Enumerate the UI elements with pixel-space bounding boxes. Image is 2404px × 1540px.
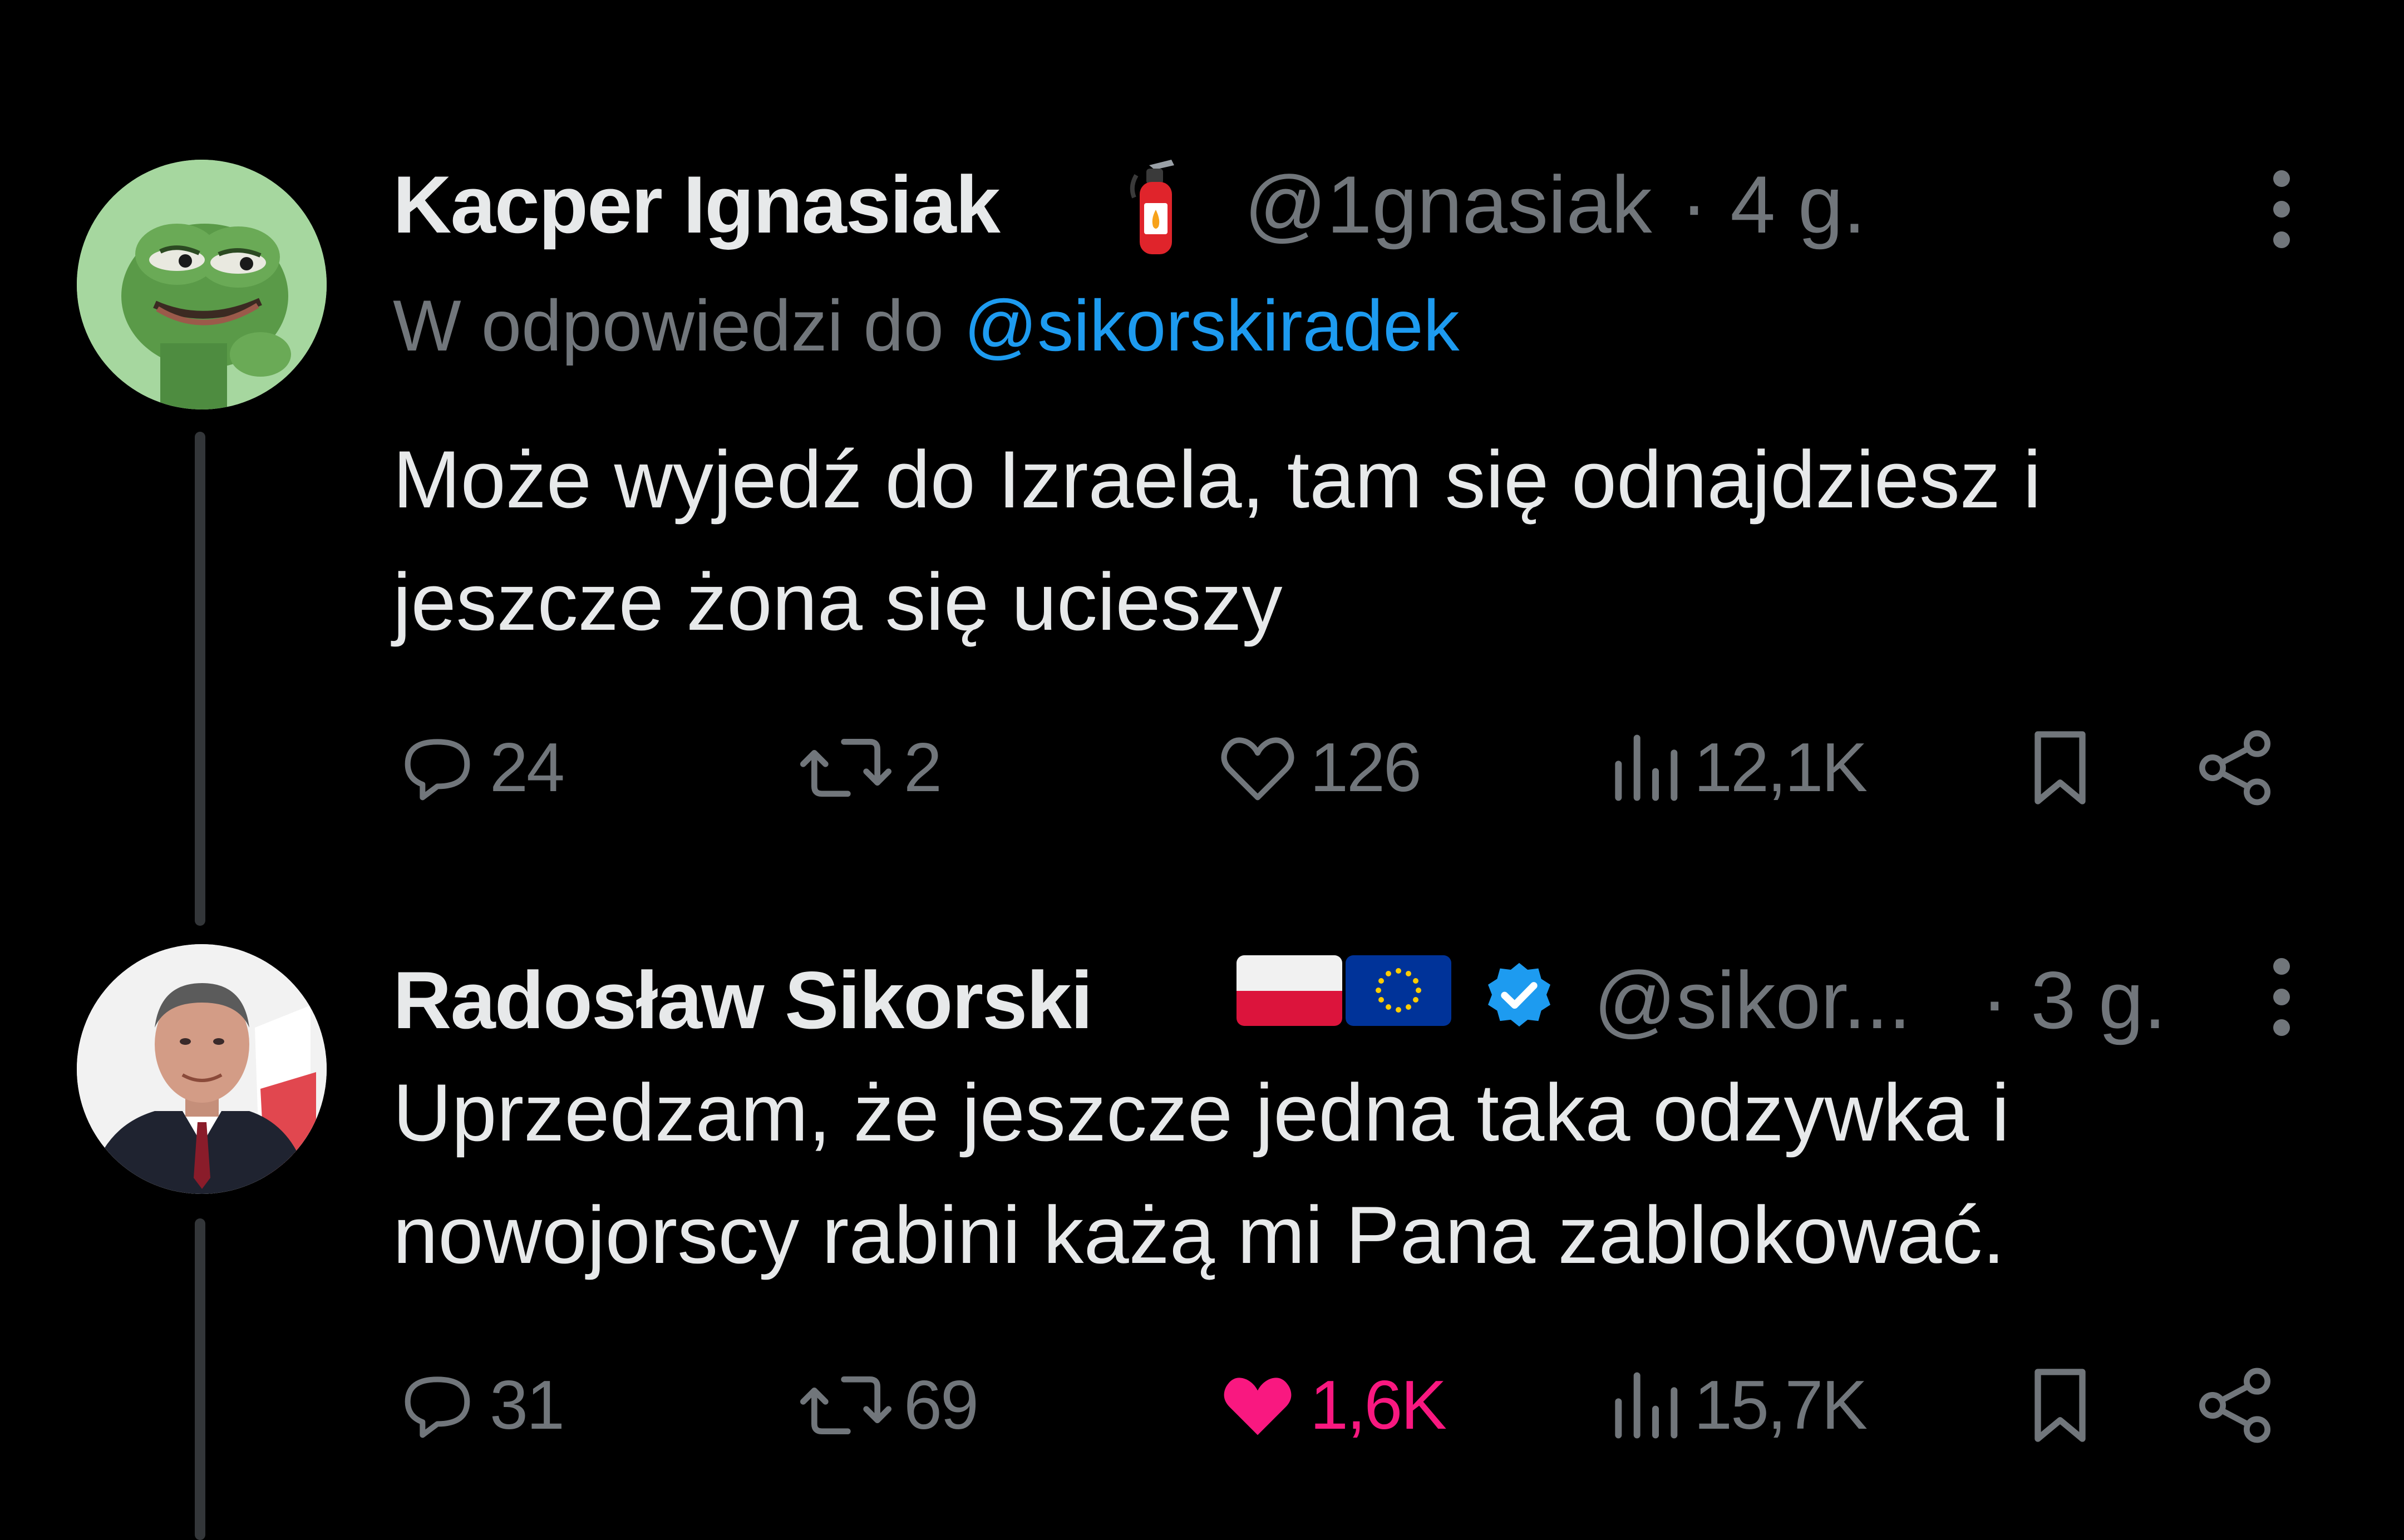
reply-count: 31: [490, 1367, 565, 1444]
heart-filled-icon: [1224, 1378, 1292, 1435]
share-icon[interactable]: [2190, 1361, 2279, 1450]
timestamp[interactable]: · 3 g.: [1981, 954, 2166, 1047]
tweet-text-line: jeszcze żona się ucieszy: [393, 556, 1283, 647]
heart-icon: [1221, 737, 1294, 801]
tweet-text-line: Uprzedzam, że jeszcze jedna taka odzywka…: [393, 1067, 2010, 1158]
frog-avatar-icon: [77, 160, 327, 409]
reply-context: W odpowiedzi do @sikorskiradek: [393, 284, 1460, 367]
like-button[interactable]: 126: [1213, 723, 1422, 812]
repost-button[interactable]: 2: [796, 723, 942, 812]
like-count: 126: [1310, 729, 1422, 806]
reply-button[interactable]: 31: [393, 1361, 565, 1450]
repost-count: 69: [904, 1367, 979, 1444]
views-count: 12,1K: [1694, 729, 1868, 806]
avatar[interactable]: [77, 944, 327, 1194]
reply-button[interactable]: 24: [393, 723, 565, 812]
like-count: 1,6K: [1310, 1367, 1447, 1444]
thread-line-bottom: [195, 1218, 205, 1540]
eu-flag-icon: [1346, 955, 1451, 1026]
repost-count: 2: [904, 729, 942, 806]
tweet-text: Uprzedzam, że jeszcze jedna taka odzywka…: [393, 1052, 2009, 1296]
reply-mention-link[interactable]: @sikorskiradek: [964, 285, 1460, 366]
avatar[interactable]: [77, 160, 327, 409]
bookmark-icon[interactable]: [2021, 1361, 2099, 1450]
reply-icon: [405, 1376, 470, 1438]
tweet-text-line: Może wyjedź do Izraela, tam się odnajdzi…: [393, 434, 2041, 525]
reply-count: 24: [490, 729, 565, 806]
reply-prefix: W odpowiedzi do: [393, 285, 944, 366]
tweet-text: Może wyjedź do Izraela, tam się odnajdzi…: [393, 418, 2041, 663]
repost-icon: [800, 739, 891, 797]
timestamp[interactable]: · 4 g.: [1681, 158, 1866, 251]
views-button[interactable]: 12,1K: [1603, 723, 1868, 812]
thread-line-top: [195, 432, 205, 926]
repost-icon: [800, 1376, 891, 1434]
poland-flag-icon: [1237, 955, 1342, 1026]
tweet-text-line: nowojorscy rabini każą mi Pana zablokowa…: [393, 1189, 2006, 1280]
more-options-icon[interactable]: [2269, 170, 2294, 248]
share-icon[interactable]: [2190, 723, 2279, 812]
views-button[interactable]: 15,7K: [1603, 1361, 1868, 1450]
views-count: 15,7K: [1694, 1367, 1868, 1444]
more-options-icon[interactable]: [2269, 958, 2294, 1036]
fire-extinguisher-icon: [1130, 160, 1174, 254]
bookmark-icon[interactable]: [2021, 723, 2099, 812]
views-icon: [1615, 1372, 1678, 1439]
views-icon: [1615, 734, 1678, 801]
person-avatar-icon: [77, 944, 327, 1194]
repost-button[interactable]: 69: [796, 1361, 979, 1450]
reply-icon: [405, 739, 470, 801]
handle[interactable]: @sikor...: [1594, 954, 1911, 1047]
verified-badge-icon[interactable]: [1480, 958, 1558, 1036]
handle[interactable]: @1gnasiak: [1244, 158, 1652, 251]
display-name[interactable]: Kacper Ignasiak: [393, 158, 1001, 251]
like-button[interactable]: 1,6K: [1213, 1361, 1447, 1450]
display-name[interactable]: Radosław Sikorski: [393, 954, 1093, 1047]
